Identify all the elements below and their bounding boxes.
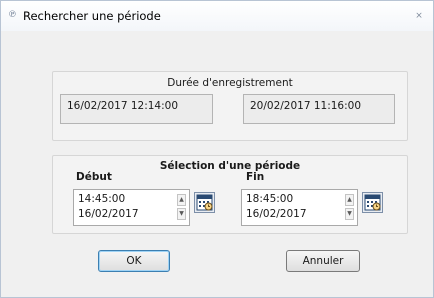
ok-button[interactable]: OK: [98, 250, 170, 272]
start-spin-down-button[interactable]: ▼: [177, 208, 186, 220]
period-selection-group: Sélection d'une période Début 14:45:00 1…: [52, 155, 408, 234]
end-spin-buttons: ▲ ▼: [345, 194, 354, 221]
start-time-value[interactable]: 14:45:00: [78, 193, 125, 205]
start-date-value[interactable]: 16/02/2017: [78, 208, 139, 220]
end-date-value[interactable]: 16/02/2017: [246, 208, 307, 220]
dialog-window: ℗ Rechercher une période ⨯ Durée d'enreg…: [0, 0, 434, 298]
end-datetime-spinner[interactable]: 18:45:00 16/02/2017 ▲ ▼: [241, 189, 358, 226]
start-calendar-button[interactable]: [194, 192, 215, 213]
window-title: Rechercher une période: [23, 9, 161, 23]
end-spin-down-button[interactable]: ▼: [345, 208, 354, 220]
start-label: Début: [76, 171, 112, 183]
close-icon: ⨯: [415, 11, 423, 21]
recording-end-field: 20/02/2017 11:16:00: [243, 94, 395, 124]
recording-duration-title: Durée d'enregistrement: [167, 77, 293, 89]
calendar-clock-icon: [196, 194, 213, 211]
end-label: Fin: [246, 171, 265, 183]
title-bar[interactable]: ℗ Rechercher une période ⨯: [1, 1, 433, 31]
recording-duration-group: Durée d'enregistrement 16/02/2017 12:14:…: [52, 71, 408, 141]
start-spin-up-button[interactable]: ▲: [177, 194, 186, 206]
cancel-button[interactable]: Annuler: [286, 250, 360, 272]
start-spin-buttons: ▲ ▼: [177, 194, 186, 221]
start-datetime-spinner[interactable]: 14:45:00 16/02/2017 ▲ ▼: [73, 189, 190, 226]
recording-start-field: 16/02/2017 12:14:00: [60, 94, 213, 124]
end-spin-up-button[interactable]: ▲: [345, 194, 354, 206]
app-icon: ℗: [8, 10, 17, 20]
end-calendar-button[interactable]: [362, 192, 383, 213]
end-time-value[interactable]: 18:45:00: [246, 193, 293, 205]
close-button[interactable]: ⨯: [411, 10, 427, 22]
calendar-clock-icon: [364, 194, 381, 211]
